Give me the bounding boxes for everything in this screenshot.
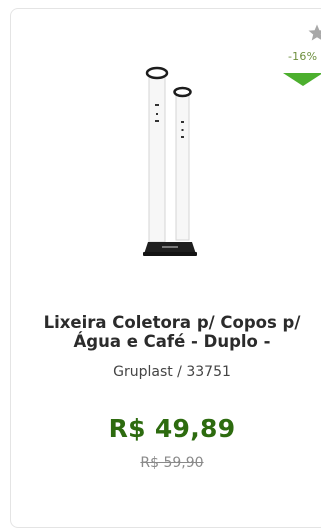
current-price: R$ 49,89 bbox=[108, 414, 236, 443]
discount-arrow-icon bbox=[283, 72, 321, 91]
favorite-star-icon[interactable] bbox=[307, 23, 321, 43]
old-price: R$ 59,90 bbox=[140, 455, 204, 471]
product-image[interactable] bbox=[140, 66, 200, 260]
product-title[interactable]: Lixeira Coletora p/ Copos p/ Água e Café… bbox=[40, 313, 304, 351]
brand-and-code: Gruplast / 33751 bbox=[113, 364, 231, 380]
discount-badge: -16% bbox=[288, 50, 318, 63]
